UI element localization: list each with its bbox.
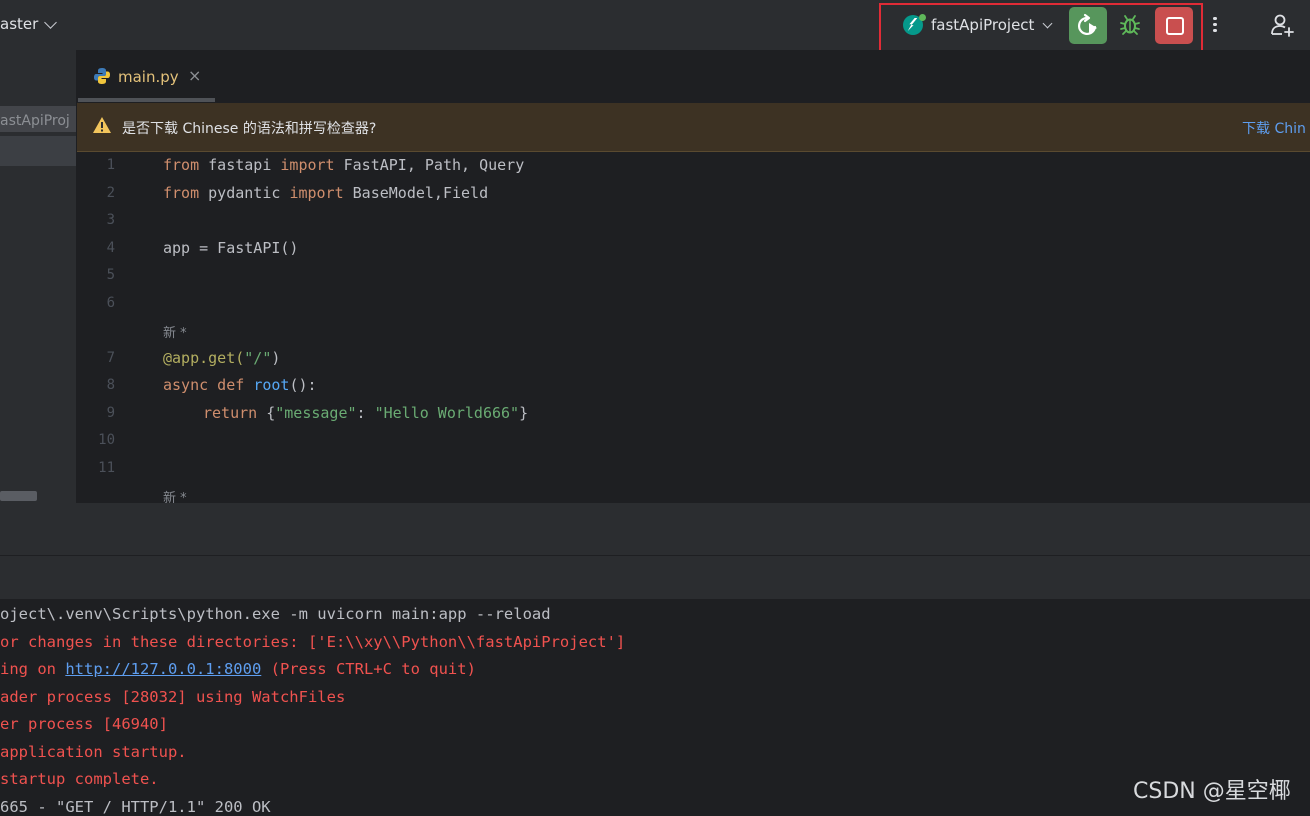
line-number: 4	[106, 240, 115, 256]
code-line: return {"message": "Hello World666"}	[203, 404, 529, 422]
code-line: async def root():	[163, 376, 317, 394]
line-number: 5	[106, 267, 115, 283]
more-icon	[1209, 16, 1221, 32]
line-number: 2	[106, 185, 115, 201]
more-actions-button[interactable]	[1209, 14, 1221, 36]
notification-text: 是否下载 Chinese 的语法和拼写检查器?	[122, 121, 377, 137]
python-file-icon	[94, 68, 110, 84]
code-line: from fastapi import FastAPI, Path, Query	[163, 156, 525, 174]
tool-window-header	[0, 503, 1310, 556]
line-number: 11	[98, 460, 115, 476]
console-line: application startup.	[0, 743, 187, 761]
branch-selector[interactable]: aster	[0, 15, 58, 33]
add-user-icon	[1271, 14, 1294, 37]
line-number: 3	[106, 212, 115, 228]
console-line: oject\.venv\Scripts\python.exe -m uvicor…	[0, 605, 551, 623]
project-tree-label: astApiProj	[0, 113, 70, 129]
code-line: from pydantic import BaseModel,Field	[163, 184, 489, 202]
code-vision-hint[interactable]: 新 *	[163, 322, 187, 341]
console-line: ader process [28032] using WatchFiles	[0, 688, 346, 706]
watermark: CSDN @星空椰	[1133, 779, 1291, 804]
code-line: @app.get("/")	[163, 349, 281, 367]
console-line: startup complete.	[0, 770, 159, 788]
warning-icon	[93, 117, 111, 133]
run-toolbar	[0, 556, 1310, 599]
console-line: er process [46940]	[0, 715, 168, 733]
download-link[interactable]: 下载 Chin	[1242, 118, 1306, 138]
line-number: 1	[106, 157, 115, 173]
branch-label: aster	[0, 15, 39, 33]
editor-tab-bar	[77, 50, 1310, 102]
line-number: 10	[98, 432, 115, 448]
console-line: or changes in these directories: ['E:\\x…	[0, 633, 626, 651]
chevron-down-icon	[44, 15, 58, 29]
line-number: 7	[106, 350, 115, 366]
tab-label: main.py	[118, 68, 179, 86]
console-line: 665 - "GET / HTTP/1.1" 200 OK	[0, 798, 271, 816]
line-number: 9	[106, 405, 115, 421]
console-line: ing on http://127.0.0.1:8000 (Press CTRL…	[0, 660, 476, 678]
project-tree-selected-row[interactable]	[0, 136, 76, 166]
server-url-link[interactable]: http://127.0.0.1:8000	[65, 660, 261, 678]
add-user-button[interactable]	[1268, 11, 1296, 39]
close-icon[interactable]: ×	[188, 66, 201, 85]
code-editor[interactable]	[77, 152, 1310, 503]
line-number: 6	[106, 295, 115, 311]
horizontal-scrollbar[interactable]	[0, 491, 37, 501]
line-number: 8	[106, 377, 115, 393]
code-line: app = FastAPI()	[163, 239, 299, 257]
